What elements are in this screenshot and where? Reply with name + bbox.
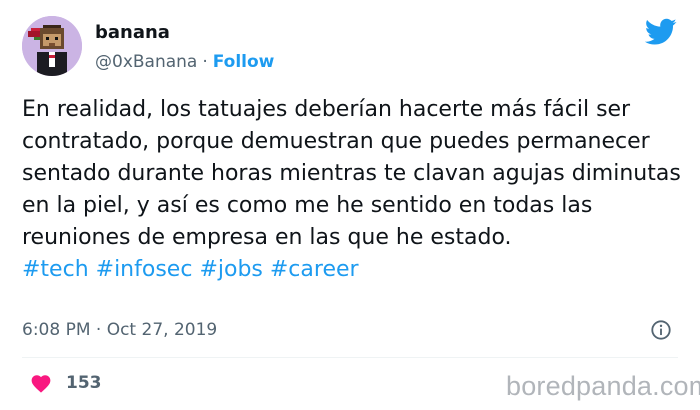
separator-dot: · (202, 52, 208, 72)
heart-icon (31, 375, 51, 393)
twitter-bird-icon[interactable] (645, 18, 677, 46)
hashtag-tech[interactable]: #tech (22, 257, 89, 282)
pixel-art-avatar-image (22, 16, 82, 76)
hashtag-list: #tech #infosec #jobs #career (22, 254, 682, 286)
author-name[interactable]: banana (95, 22, 170, 44)
hashtag-career[interactable]: #career (270, 257, 359, 282)
like-button[interactable]: 153 (30, 372, 102, 394)
divider (22, 357, 678, 358)
watermark: boredpanda.com (506, 371, 700, 401)
author-handle-row: @0xBanana · Follow (95, 51, 274, 73)
like-count: 153 (66, 373, 102, 393)
tweet-timestamp[interactable]: 6:08 PM · Oct 27, 2019 (22, 319, 217, 341)
hashtag-infosec[interactable]: #infosec (96, 257, 193, 282)
info-icon[interactable] (650, 319, 672, 341)
tweet-text: En realidad, los tatuajes deberían hacer… (22, 97, 681, 250)
author-handle[interactable]: @0xBanana (95, 52, 197, 72)
follow-button[interactable]: Follow (213, 52, 275, 72)
tweet-card: banana @0xBanana · Follow En realidad, los… (0, 0, 700, 410)
tweet-body: En realidad, los tatuajes deberían hacer… (22, 94, 682, 286)
avatar[interactable] (22, 16, 82, 76)
hashtag-jobs[interactable]: #jobs (199, 257, 262, 282)
